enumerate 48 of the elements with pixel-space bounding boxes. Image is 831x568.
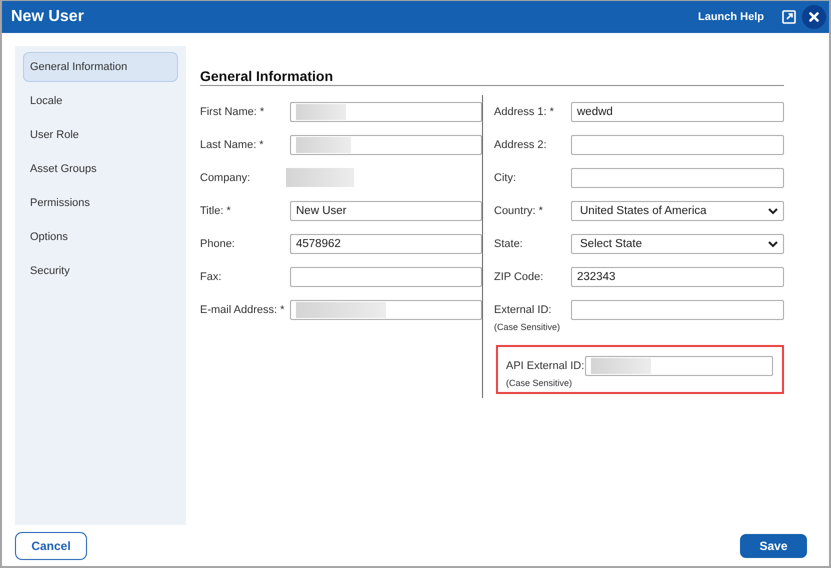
- sidebar-item[interactable]: Options: [23, 222, 178, 252]
- field-label: Country: *: [494, 205, 544, 217]
- field-label: First Name: *: [200, 106, 266, 118]
- external-link-icon[interactable]: [782, 10, 796, 24]
- input-field[interactable]: New User: [290, 201, 482, 221]
- input-field[interactable]: [585, 356, 774, 376]
- input-field[interactable]: [290, 135, 482, 155]
- field-label: ZIP Code:: [494, 271, 544, 283]
- field-label: Address 1: *: [494, 106, 555, 118]
- section-title: General Information: [200, 68, 784, 86]
- sidebar-item[interactable]: Asset Groups: [23, 154, 178, 184]
- field-label: Company:: [200, 172, 252, 184]
- field-label: City:: [494, 172, 517, 184]
- field-label: External ID:: [494, 304, 552, 316]
- sidebar-item[interactable]: User Role: [23, 120, 178, 150]
- close-button[interactable]: [802, 5, 826, 29]
- field-label: Phone:: [200, 238, 236, 250]
- input-field[interactable]: 232343: [571, 267, 784, 287]
- close-icon: [809, 12, 819, 22]
- field-note: (Case Sensitive): [506, 378, 574, 388]
- input-field[interactable]: [571, 300, 784, 320]
- field-label: E-mail Address: *: [200, 304, 286, 316]
- sidebar-item[interactable]: Locale: [23, 86, 178, 116]
- help-link[interactable]: Launch Help: [698, 11, 764, 23]
- select-field[interactable]: Select State: [571, 234, 784, 254]
- input-field[interactable]: [571, 135, 784, 155]
- chevron-down-icon: [768, 240, 778, 248]
- chevron-down-icon: [768, 207, 778, 215]
- sidebar-item[interactable]: Permissions: [23, 188, 178, 218]
- field-label: API External ID:: [506, 360, 584, 372]
- select-field[interactable]: United States of America: [571, 201, 784, 221]
- input-field[interactable]: [290, 267, 482, 287]
- input-field[interactable]: [290, 300, 482, 320]
- input-field[interactable]: wedwd: [571, 102, 784, 122]
- field-label: Last Name: *: [200, 139, 265, 151]
- field-label: State:: [494, 238, 524, 250]
- cancel-button[interactable]: Cancel: [15, 532, 87, 560]
- field-label: Fax:: [200, 271, 222, 283]
- field-label: Title: *: [200, 205, 232, 217]
- input-field[interactable]: 4578962: [290, 234, 482, 254]
- field-note: (Case Sensitive): [494, 322, 562, 332]
- sidebar-item[interactable]: General Information: [23, 52, 178, 82]
- window-title: New User: [11, 8, 85, 26]
- input-field[interactable]: [571, 168, 784, 188]
- save-button[interactable]: Save: [740, 534, 807, 558]
- sidebar-item[interactable]: Security: [23, 256, 178, 286]
- field-label: Address 2:: [494, 139, 548, 151]
- input-field[interactable]: [290, 102, 482, 122]
